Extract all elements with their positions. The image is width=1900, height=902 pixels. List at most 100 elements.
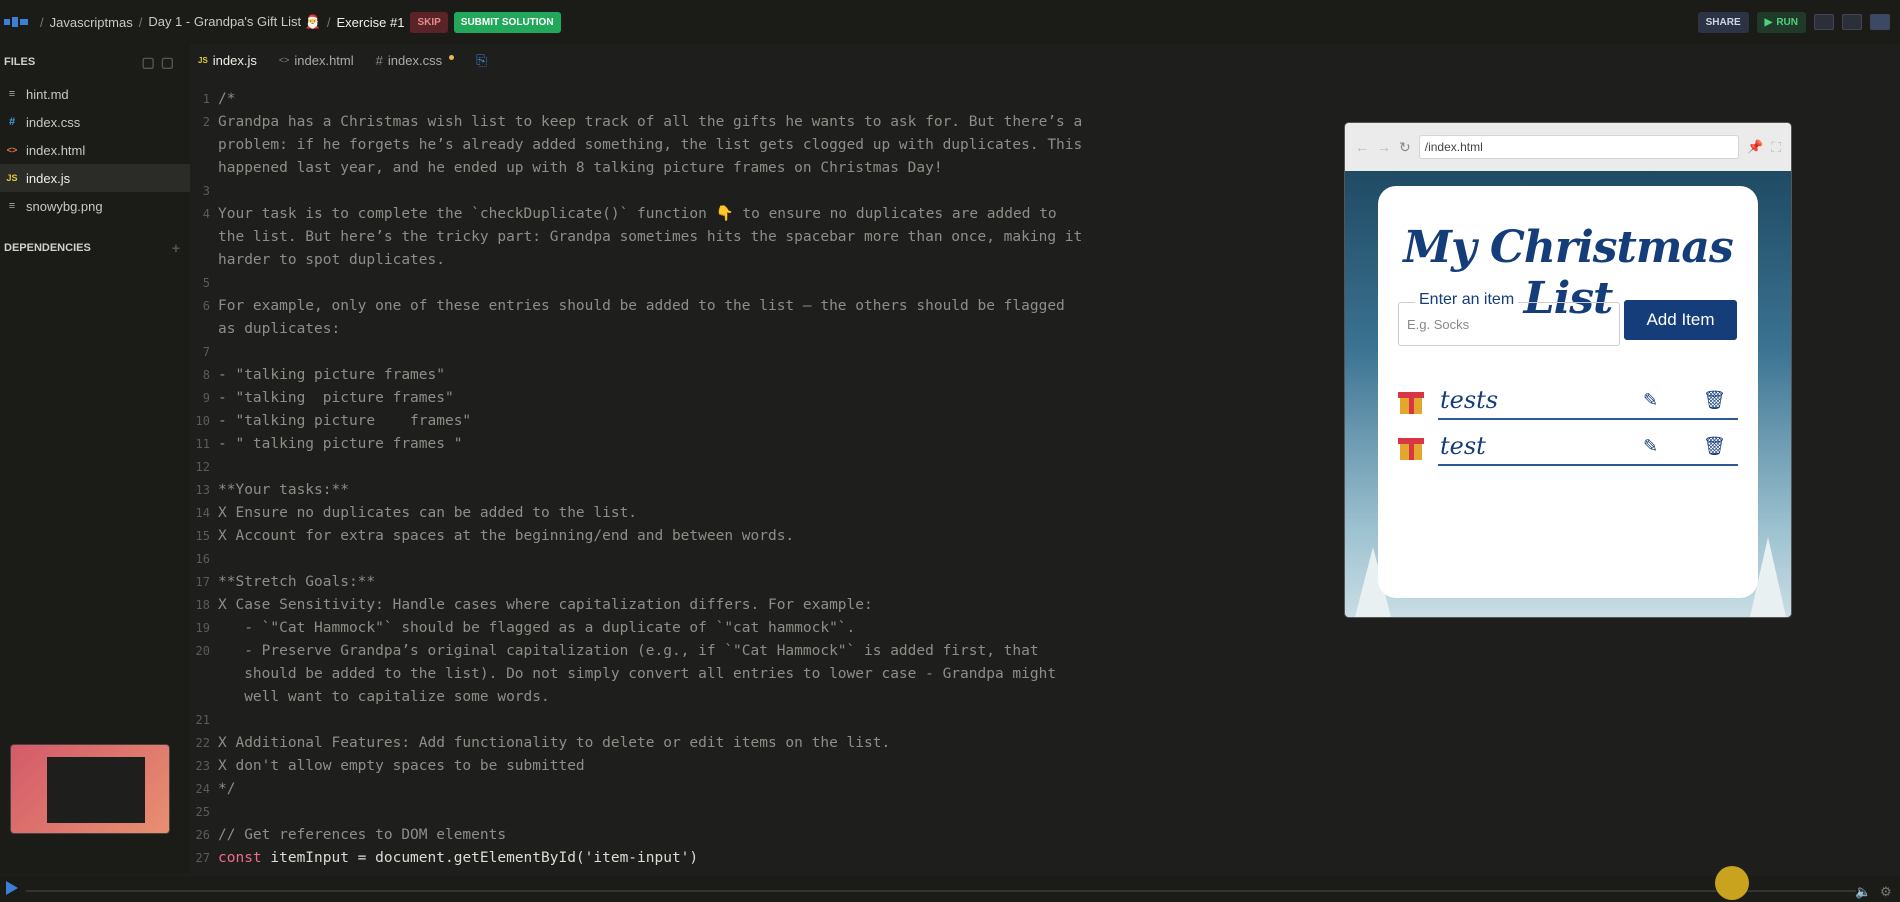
code-line[interactable]: 8 - "talking picture frames" [190,364,1140,387]
editor-tabs: JS index.js <> index.html # index.css ⎘ [190,44,487,76]
code-line[interactable]: 6 For example, only one of these entries … [190,295,1140,318]
code-line[interactable]: 24 */ [190,778,1140,801]
layout-editor-icon[interactable] [1814,14,1834,30]
sidebar-item-index-html[interactable]: <> index.html [0,136,190,164]
line-text: - Preserve Grandpa’s original capitaliza… [218,643,1039,659]
add-dependency-icon[interactable]: + [172,240,180,256]
skip-button[interactable]: SKIP [410,11,448,33]
breadcrumb-exercise[interactable]: Exercise #1 [337,15,405,30]
line-text: X Account for extra spaces at the beginn… [218,528,795,544]
code-line[interactable]: should be added to the list). Do not sim… [190,663,1140,686]
code-line[interactable]: the list. But here’s the tricky part: Gr… [190,226,1140,249]
settings-icon[interactable]: ⚙ [1880,884,1892,900]
breadcrumb-lesson[interactable]: Day 1 - Grandpa's Gift List 🎅 [148,14,321,30]
breadcrumb-course[interactable]: Javascriptmas [50,15,133,30]
line-number: 9 [202,391,210,405]
new-file-icon[interactable]: ▢▢ [142,54,180,71]
code-line[interactable]: 2 Grandpa has a Christmas wish list to ke… [190,111,1140,134]
edit-icon[interactable]: ✎ [1643,390,1658,411]
back-icon[interactable]: ← [1355,139,1369,155]
list-item: tests ✎ 🗑 [1398,384,1738,424]
code-editor[interactable]: 1 /* 2 Grandpa has a Christmas wish list to… [190,88,1140,878]
code-line[interactable]: 3 [190,180,1140,203]
code-line[interactable]: 17 **Stretch Goals:** [190,571,1140,594]
tab-index-js[interactable]: JS index.js [198,53,257,68]
code-line[interactable]: 14 X Ensure no duplicates can be added to… [190,502,1140,525]
code-line[interactable]: 10 - "talking picture frames" [190,410,1140,433]
line-number [190,134,218,157]
video-thumbnail[interactable] [10,744,170,834]
line-number: 12 [195,460,210,474]
progress-track[interactable] [26,890,1856,892]
line-number: 26 [195,828,210,842]
code-line[interactable]: 19 - `"Cat Hammock"` should be flagged a… [190,617,1140,640]
sidebar-item-index-js[interactable]: JS index.js [0,164,190,192]
url-bar[interactable]: /index.html [1418,135,1739,159]
tab-label: index.css [387,52,443,68]
top-bar: / Javascriptmas / Day 1 - Grandpa's Gift… [0,0,1900,44]
code-line[interactable]: problem: if he forgets he’s already adde… [190,134,1140,157]
run-button[interactable]: ▶ RUN [1756,11,1806,33]
play-icon: ▶ [1764,16,1773,28]
trash-icon[interactable]: 🗑 [1703,390,1726,411]
line-number [190,249,218,272]
avatar[interactable] [1715,866,1749,900]
pin-icon[interactable]: 📌 [1747,139,1763,155]
code-line[interactable]: 25 [190,801,1140,824]
tab-index-html[interactable]: <> index.html [279,53,354,68]
trash-icon[interactable]: 🗑 [1703,436,1726,457]
share-button[interactable]: SHARE [1697,11,1749,33]
add-item-button[interactable]: Add Item [1624,300,1737,340]
tab-index-css[interactable]: # index.css [376,52,455,68]
code-line[interactable]: 18 X Case Sensitivity: Handle cases where… [190,594,1140,617]
sidebar-item-index-css[interactable]: # index.css [0,108,190,136]
fullscreen-icon[interactable]: ⛶ [1771,139,1781,156]
file-sidebar: FILES ▢▢ ≡ hint.md # index.css <> index.… [0,44,190,874]
line-number [190,157,218,180]
code-line[interactable]: 9 - "talking picture frames" [190,387,1140,410]
reload-icon[interactable]: ↻ [1399,139,1411,156]
gift-icon [1398,434,1424,460]
edit-icon[interactable]: ✎ [1643,436,1658,457]
sidebar-item-hint-md[interactable]: ≡ hint.md [0,80,190,108]
code-line[interactable]: 16 [190,548,1140,571]
play-icon[interactable] [6,881,18,895]
code-line[interactable]: 4 Your task is to complete the `checkDupl… [190,203,1140,226]
code-line[interactable]: harder to spot duplicates. [190,249,1140,272]
code-line[interactable]: 27 const itemInput = document.getElementB… [190,847,1140,870]
code-line[interactable]: 20 - Preserve Grandpa’s original capital… [190,640,1140,663]
layout-preview-icon[interactable] [1870,14,1890,30]
scrimba-logo-icon[interactable] [4,17,34,27]
line-number: 18 [195,598,210,612]
code-line[interactable]: 1 /* [190,88,1140,111]
code-line[interactable]: 5 [190,272,1140,295]
new-file-tab-icon[interactable]: ⎘ [476,52,487,69]
volume-icon[interactable]: 🔈 [1855,884,1871,900]
code-line[interactable]: as duplicates: [190,318,1140,341]
code-line[interactable]: 23 X don't allow empty spaces to be submi… [190,755,1140,778]
code-line[interactable]: 15 X Account for extra spaces at the begi… [190,525,1140,548]
sidebar-item-snowybg-png[interactable]: ≡ snowybg.png [0,192,190,220]
line-text: /* [218,91,236,107]
markdown-file-icon: ≡ [8,88,16,100]
code-line[interactable]: 7 [190,341,1140,364]
code-line[interactable]: happened last year, and he ended up with… [190,157,1140,180]
snowy-background: My Christmas List Enter an item E.g. Soc… [1345,171,1791,617]
line-text: // Get references to DOM elements [218,827,507,843]
code-line[interactable]: 11 - " talking picture frames " [190,433,1140,456]
layout-split-icon[interactable] [1842,14,1862,30]
line-number: 22 [195,736,210,750]
browser-preview: ← → ↻ /index.html 📌 ⛶ My Christmas List … [1345,123,1791,617]
line-text: - `"Cat Hammock"` should be flagged as a… [218,620,856,636]
line-number [190,686,218,709]
code-line[interactable]: 13 **Your tasks:** [190,479,1140,502]
code-line[interactable]: 26 // Get references to DOM elements [190,824,1140,847]
code-line[interactable]: well want to capitalize some words. [190,686,1140,709]
submit-solution-button[interactable]: SUBMIT SOLUTION [453,11,561,33]
line-number: 6 [202,299,210,313]
forward-icon[interactable]: → [1377,139,1391,155]
code-line[interactable]: 22 X Additional Features: Add functionali… [190,732,1140,755]
code-line[interactable]: 21 [190,709,1140,732]
code-line[interactable]: 12 [190,456,1140,479]
item-input[interactable]: E.g. Socks [1407,317,1469,332]
